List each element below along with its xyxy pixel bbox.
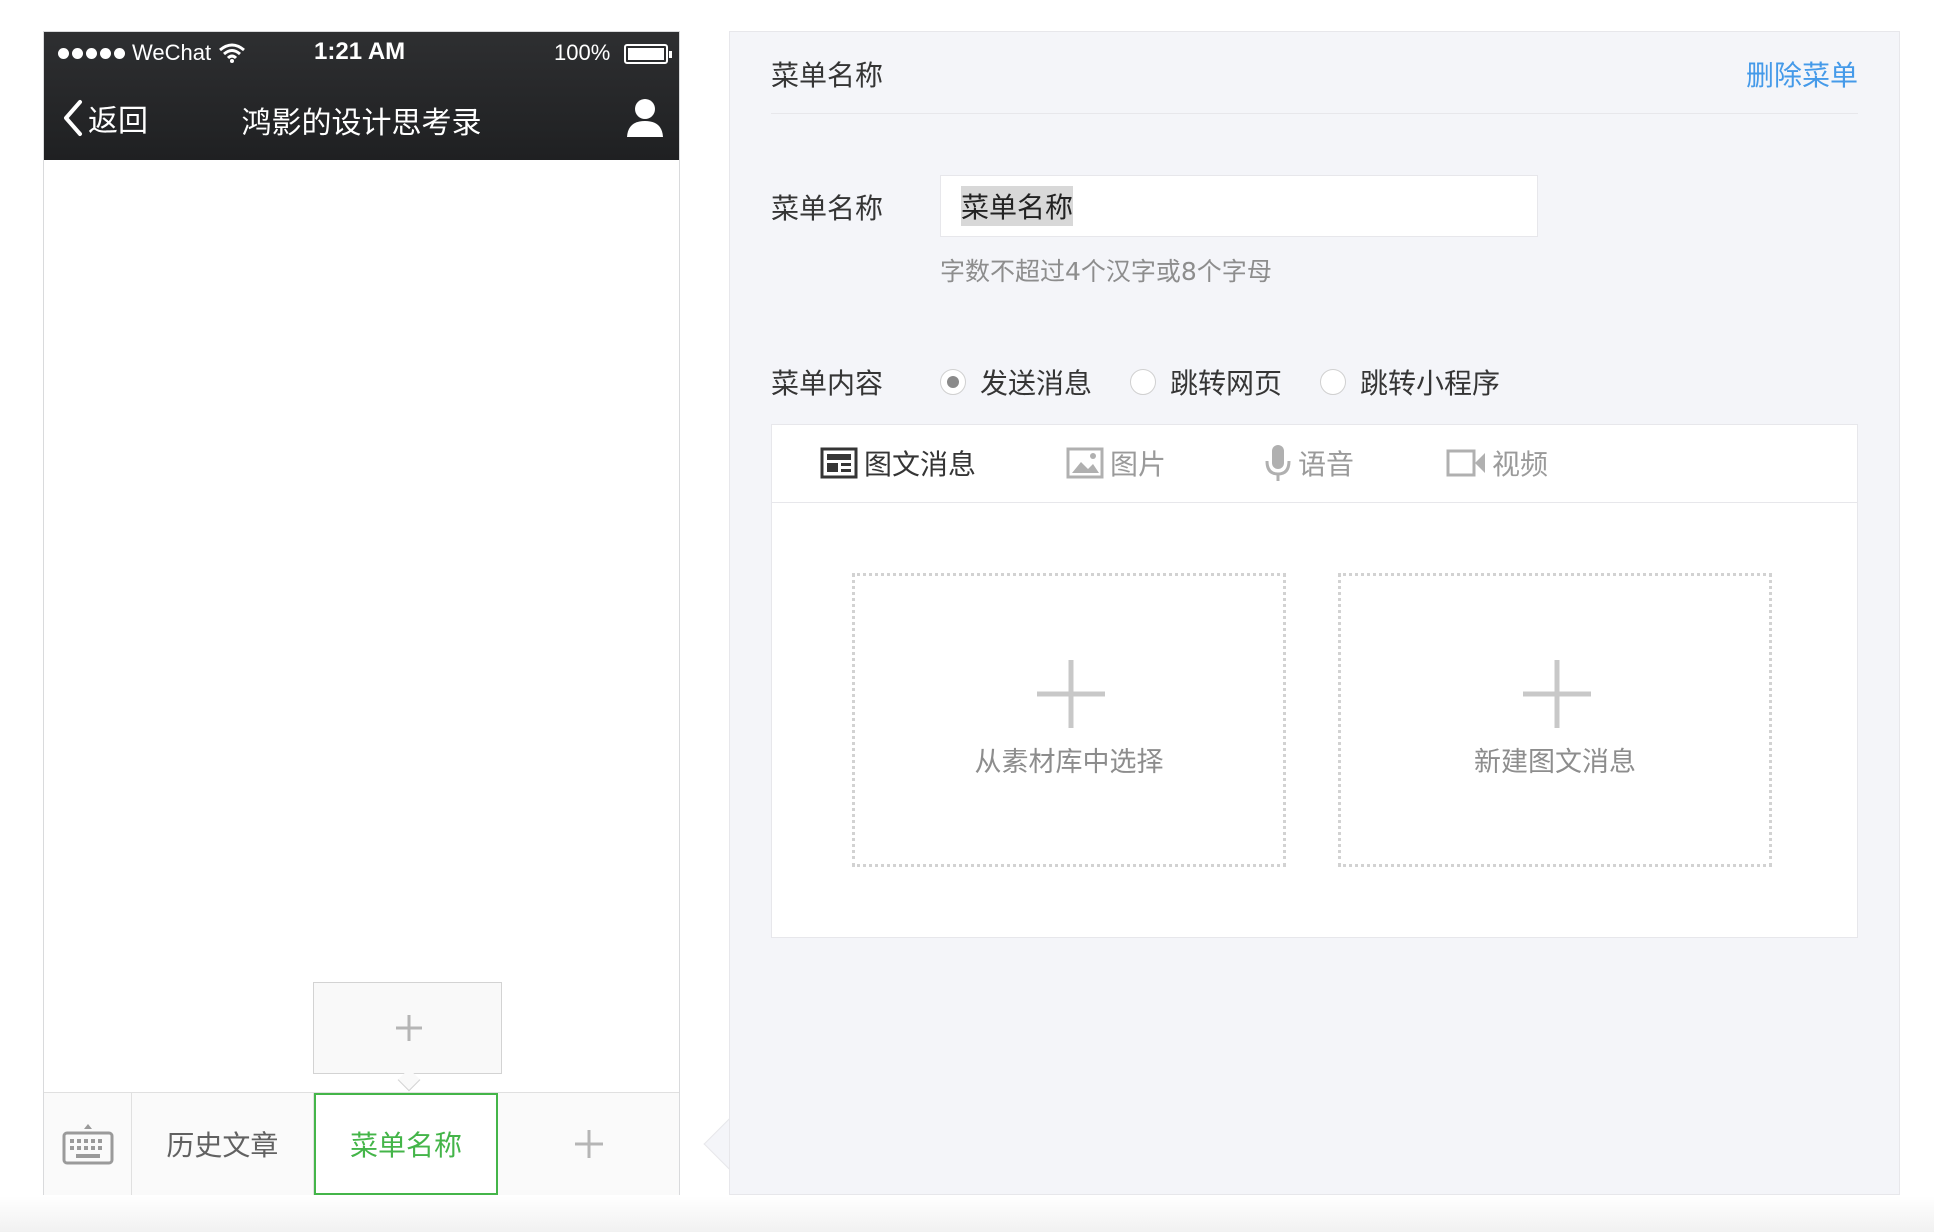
keyboard-toggle-button[interactable] <box>44 1093 132 1195</box>
menu-content-radio-group: 发送消息 跳转网页 跳转小程序 <box>940 362 1538 402</box>
menu-item-current[interactable]: 菜单名称 <box>313 1093 499 1195</box>
message-content-box: 图文消息 图片 语音 视频 从素材库中选择 新建图文消息 <box>771 424 1858 938</box>
create-news-button[interactable]: 新建图文消息 <box>1338 573 1772 867</box>
tab-voice[interactable]: 语音 <box>1264 443 1354 483</box>
menu-name-label: 菜单名称 <box>771 192 884 225</box>
editor-header: 菜单名称 删除菜单 <box>771 32 1858 114</box>
video-icon <box>1446 449 1485 477</box>
image-icon <box>1066 447 1104 479</box>
account-title: 鸿影的设计思考录 <box>241 106 482 141</box>
plus-icon <box>574 1130 603 1158</box>
plus-icon <box>1037 660 1105 728</box>
radio-button[interactable] <box>1130 369 1157 395</box>
radio-open-webpage[interactable]: 跳转网页 <box>1130 362 1282 402</box>
choice-label: 新建图文消息 <box>1474 747 1636 778</box>
tab-label: 图片 <box>1110 448 1167 481</box>
tab-news[interactable]: 图文消息 <box>820 443 976 483</box>
radio-button-checked[interactable] <box>940 369 966 395</box>
wifi-icon <box>219 43 245 63</box>
microphone-icon <box>1265 445 1291 481</box>
menu-name-hint: 字数不超过4个汉字或8个字母 <box>940 257 1272 286</box>
keyboard-icon <box>62 1124 113 1165</box>
custom-menu-bar: 历史文章 菜单名称 <box>44 1092 679 1195</box>
chat-area <box>44 160 679 1120</box>
radio-label: 跳转小程序 <box>1360 367 1501 400</box>
menu-item-history[interactable]: 历史文章 <box>132 1093 314 1195</box>
plus-icon <box>1523 660 1591 728</box>
radio-label: 发送消息 <box>980 367 1093 400</box>
add-menu-button[interactable] <box>498 1093 679 1195</box>
message-type-tabs: 图文消息 图片 语音 视频 <box>772 425 1857 503</box>
plus-icon <box>396 1015 422 1041</box>
radio-open-miniprogram[interactable]: 跳转小程序 <box>1320 362 1500 402</box>
editor-title: 菜单名称 <box>771 59 884 92</box>
battery-icon <box>624 44 672 64</box>
carrier-name: WeChat <box>132 40 212 65</box>
status-bar: WeChat 1:21 AM 100% <box>44 32 679 78</box>
tab-label: 图文消息 <box>864 448 977 481</box>
radio-send-message[interactable]: 发送消息 <box>940 362 1092 402</box>
menu-editor-panel: 菜单名称 删除菜单 菜单名称 菜单名称 字数不超过4个汉字或8个字母 菜单内容 … <box>729 31 1900 1195</box>
signal-strength-icon <box>58 48 125 59</box>
phone-header: WeChat 1:21 AM 100% 返回 鸿影的设计思考录 <box>44 32 679 160</box>
choice-label: 从素材库中选择 <box>974 747 1164 778</box>
news-icon <box>820 447 858 479</box>
radio-label: 跳转网页 <box>1170 367 1283 400</box>
phone-preview: WeChat 1:21 AM 100% 返回 鸿影的设计思考录 历史文章 菜单名… <box>43 31 680 1195</box>
menu-name-input[interactable]: 菜单名称 <box>940 175 1538 237</box>
tab-image[interactable]: 图片 <box>1066 443 1166 483</box>
radio-button[interactable] <box>1320 369 1347 395</box>
select-from-library-button[interactable]: 从素材库中选择 <box>852 573 1286 867</box>
page-footer-shadow <box>0 1196 1934 1232</box>
nav-bar: 返回 鸿影的设计思考录 <box>44 78 679 160</box>
tab-video[interactable]: 视频 <box>1446 443 1548 483</box>
status-time: 1:21 AM <box>314 38 406 65</box>
tab-label: 视频 <box>1492 448 1549 481</box>
tab-label: 语音 <box>1298 448 1355 481</box>
user-icon[interactable] <box>625 96 665 138</box>
menu-name-value: 菜单名称 <box>961 186 1074 226</box>
battery-percent: 100% <box>554 40 611 65</box>
delete-menu-link[interactable]: 删除菜单 <box>1746 54 1858 94</box>
add-submenu-button[interactable] <box>313 982 502 1074</box>
menu-content-label: 菜单内容 <box>771 367 884 400</box>
